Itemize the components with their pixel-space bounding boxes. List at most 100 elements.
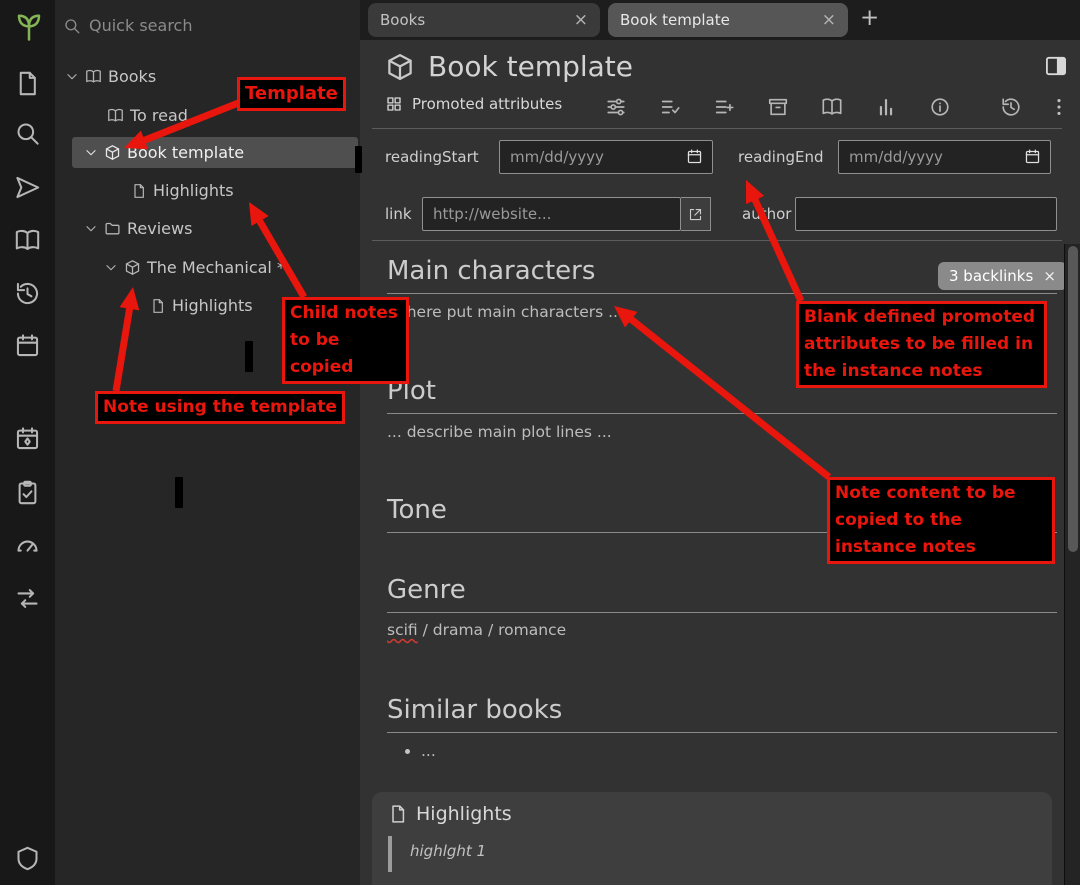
bullet-list-item[interactable]: ... (405, 742, 436, 760)
ribbon-divider (372, 128, 1062, 129)
recent-changes-icon[interactable] (14, 280, 41, 307)
trilium-logo-icon[interactable] (14, 12, 44, 42)
tree-item-book-template[interactable]: Book template (72, 137, 358, 168)
scrollbar-track[interactable] (1064, 244, 1080, 885)
tree-item-to-read[interactable]: To read (107, 100, 188, 131)
tree-item-reviews[interactable]: Reviews (84, 213, 192, 244)
new-note-icon[interactable] (14, 70, 41, 97)
close-icon[interactable]: × (1043, 267, 1056, 285)
note-type-cube-icon (385, 52, 415, 82)
split-pane-icon[interactable] (1045, 56, 1067, 76)
tree-item-label: The Mechanical * (147, 258, 285, 277)
special-calendar-icon[interactable] (14, 425, 41, 452)
bullet-icon (405, 749, 410, 754)
chevron-down-icon[interactable] (84, 222, 98, 236)
attr-label-readingEnd: readingEnd (738, 148, 823, 166)
calendar-icon[interactable] (14, 332, 41, 359)
quick-search-input[interactable] (89, 16, 309, 35)
note-icon (131, 183, 147, 199)
child-note-quote[interactable]: highlght 1 (410, 842, 486, 860)
attributes-divider (372, 240, 1062, 241)
search-icon[interactable] (14, 120, 41, 147)
tree-item-label: Books (108, 67, 156, 86)
section-body-genre[interactable]: scifi / drama / romance (387, 621, 566, 639)
note-title[interactable]: Book template (428, 50, 633, 83)
section-body-main-characters[interactable]: ... here put main characters ... (387, 303, 623, 321)
attr-label-link: link (385, 205, 412, 223)
tree-item-the-mechanical[interactable]: The Mechanical * (104, 252, 285, 283)
jump-to-note-icon[interactable] (14, 174, 41, 201)
note-info-icon[interactable] (929, 96, 951, 118)
annotation-note-content: Note content to be copied to the instanc… (827, 477, 1055, 564)
ribbon-tab-promoted-attributes[interactable]: Promoted attributes (385, 95, 562, 113)
ribbon-tab-label: Promoted attributes (412, 95, 562, 113)
backlinks-badge[interactable]: 3 backlinks × (938, 262, 1067, 290)
tree-item-books[interactable]: Books (65, 61, 156, 92)
section-body-plot[interactable]: ... describe main plot lines ... (387, 423, 612, 441)
section-heading-genre[interactable]: Genre (387, 575, 1057, 613)
chevron-down-icon[interactable] (65, 70, 79, 84)
template-cube-icon (124, 259, 141, 276)
author-text-input[interactable] (795, 197, 1057, 231)
stray-mark (355, 146, 362, 173)
tab-label: Book template (620, 11, 730, 29)
bullet-text: ... (421, 742, 436, 760)
book-properties-icon[interactable] (821, 96, 843, 118)
tab-books[interactable]: Books × (368, 3, 600, 37)
template-cube-icon (104, 144, 121, 161)
annotation-template: Template (237, 77, 346, 111)
tree-item-label: Highlights (153, 181, 234, 200)
stray-mark (245, 341, 253, 372)
tree-item-highlights-1[interactable]: Highlights (131, 175, 234, 206)
note-icon (150, 298, 166, 314)
tree-item-label: To read (130, 106, 188, 125)
genre-rest: / drama / romance (418, 621, 566, 639)
annotation-blank-attrs: Blank defined promoted attributes to be … (796, 301, 1047, 388)
dashboard-icon[interactable] (14, 532, 41, 559)
tab-label: Books (380, 11, 425, 29)
menu-dots-icon[interactable] (1048, 96, 1070, 118)
note-detail-panel: Books × Book template × + Book template … (360, 0, 1080, 885)
inherited-attributes-list-plus-icon[interactable] (713, 96, 735, 118)
basic-properties-sliders-icon[interactable] (605, 96, 627, 118)
note-tree-panel: Books To read Book template Highlights R… (55, 0, 360, 885)
close-icon[interactable]: × (564, 10, 588, 30)
annotation-note-using: Note using the template (95, 391, 345, 424)
link-url-input[interactable] (422, 197, 681, 231)
readingStart-date-input[interactable] (499, 140, 713, 174)
child-note-title[interactable]: Highlights (416, 803, 512, 825)
zen-mode-icon[interactable] (14, 585, 41, 612)
grid-icon (385, 95, 403, 113)
close-icon[interactable]: × (812, 10, 836, 30)
tree-item-highlights-2[interactable]: Highlights (150, 290, 253, 321)
launcher-bar (0, 0, 55, 885)
new-tab-button[interactable]: + (860, 5, 879, 31)
child-note-card[interactable]: Highlights highlght 1 (372, 792, 1052, 885)
attr-label-author: author (742, 205, 791, 223)
open-link-button[interactable] (681, 197, 711, 231)
annotation-child-notes: Child notes to be copied (282, 297, 409, 384)
readingEnd-date-input[interactable] (838, 140, 1051, 174)
note-icon (388, 804, 408, 824)
book-icon (85, 68, 102, 85)
task-list-icon[interactable] (14, 479, 41, 506)
chevron-down-icon[interactable] (84, 146, 98, 160)
tree-item-label: Highlights (172, 296, 253, 315)
section-heading-similar-books[interactable]: Similar books (387, 695, 1057, 733)
note-stats-chart-icon[interactable] (875, 96, 897, 118)
chevron-down-icon[interactable] (104, 261, 118, 275)
misspelled-word: scifi (387, 621, 418, 639)
archive-box-icon[interactable] (767, 96, 789, 118)
quick-search[interactable] (63, 16, 309, 35)
folder-icon (104, 220, 121, 237)
tab-bar: Books × Book template × + (360, 0, 1080, 40)
quote-bar (388, 836, 392, 872)
protected-session-icon[interactable] (14, 845, 41, 872)
revisions-history-icon[interactable] (1000, 96, 1022, 118)
tab-book-template[interactable]: Book template × (608, 3, 848, 37)
tree-item-label: Reviews (127, 219, 192, 238)
owned-attributes-list-icon[interactable] (659, 96, 681, 118)
scrollbar-thumb[interactable] (1068, 246, 1078, 552)
attr-label-readingStart: readingStart (385, 148, 479, 166)
open-books-icon[interactable] (14, 227, 41, 254)
